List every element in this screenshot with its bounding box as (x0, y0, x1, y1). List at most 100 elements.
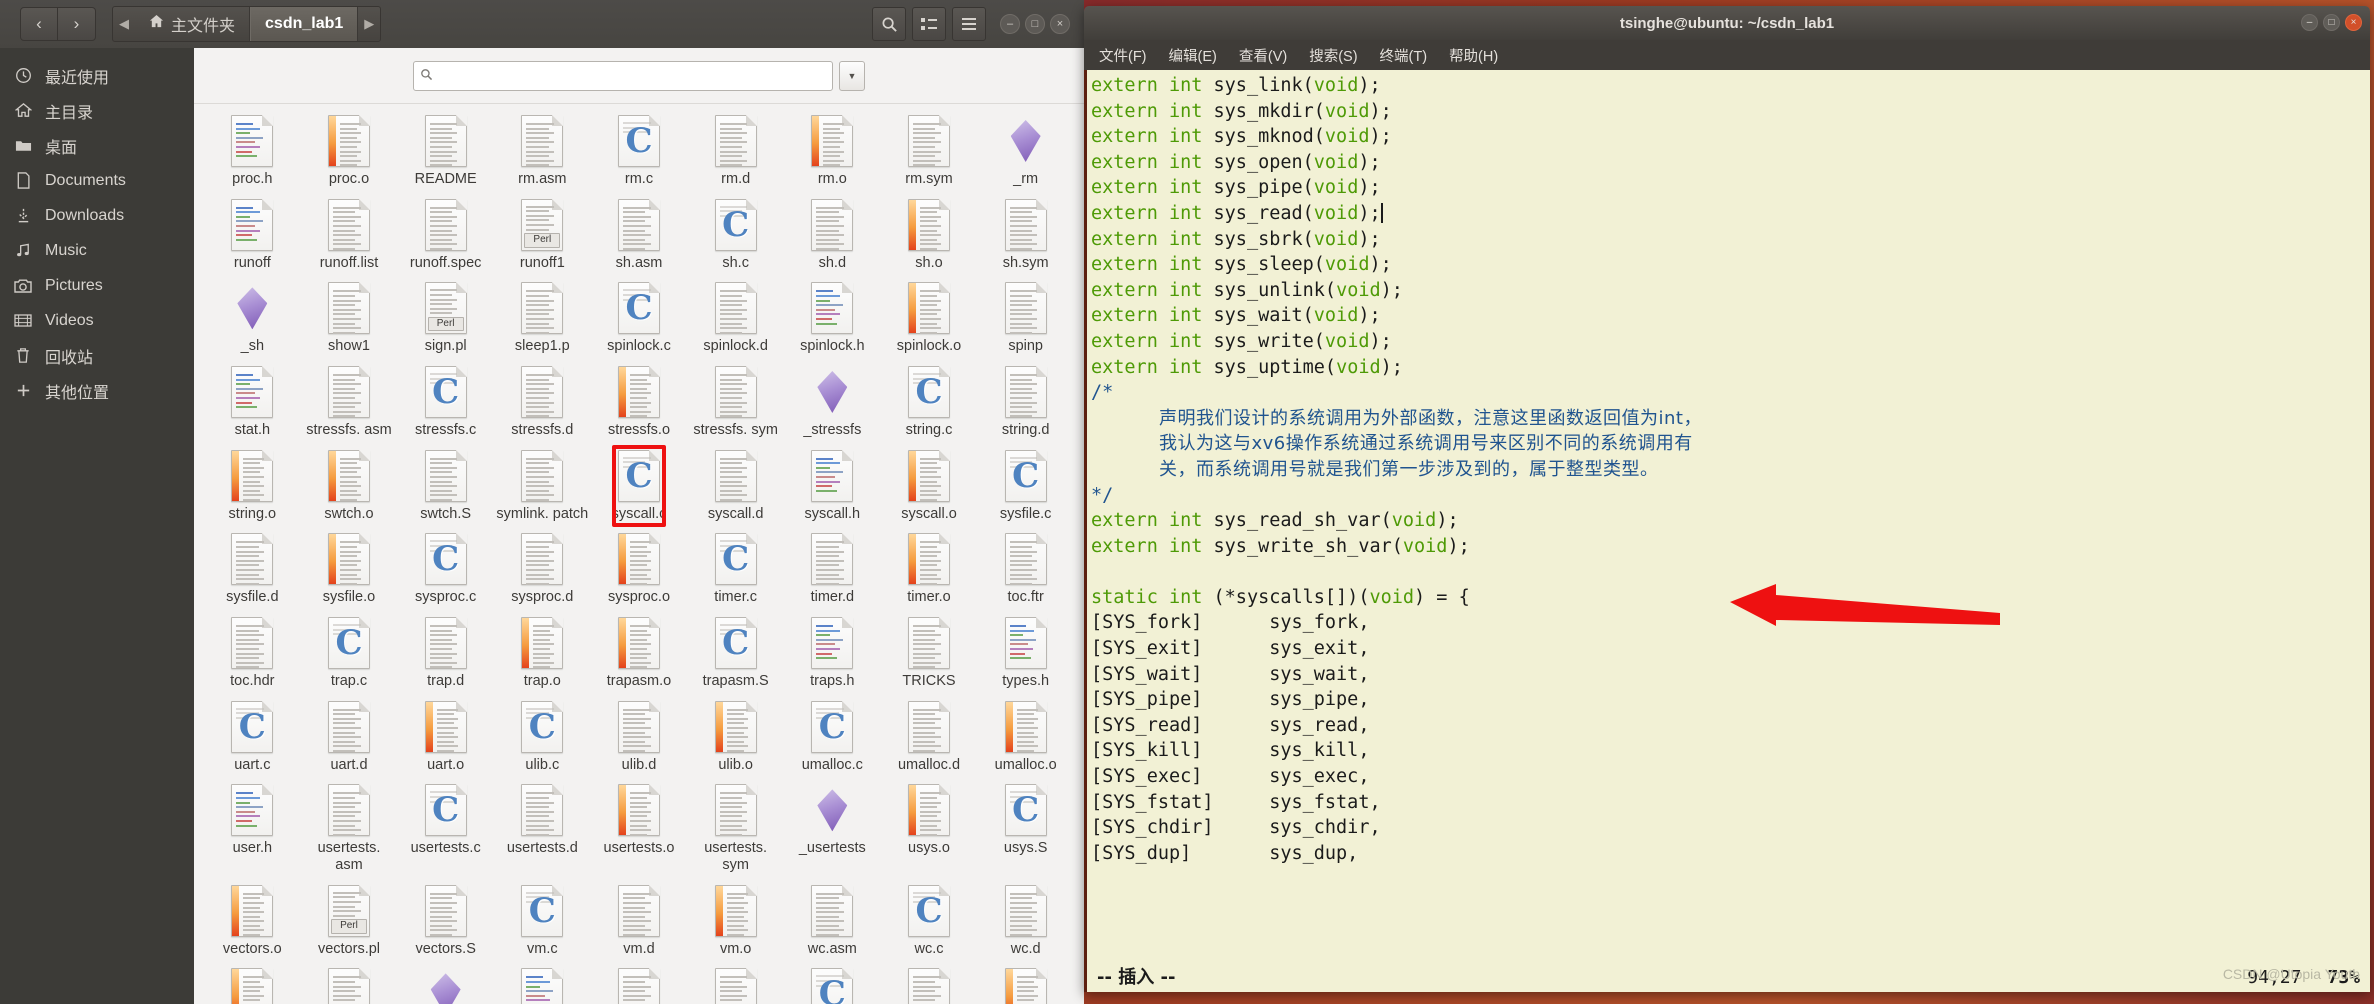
file-item[interactable]: trap.d (397, 612, 494, 696)
terminal-menu-item-6[interactable]: 帮助(H) (1440, 42, 1507, 69)
file-item[interactable]: spinp (977, 277, 1074, 361)
file-item[interactable]: usertests.d (494, 779, 591, 879)
file-item[interactable]: sysfile.o (301, 528, 398, 612)
file-item[interactable]: ulib.o (687, 696, 784, 780)
sidebar-item-5[interactable]: Downloads (0, 198, 194, 233)
terminal-menu-item-5[interactable]: 终端(T) (1371, 42, 1437, 69)
sidebar-item-1[interactable]: 最近使用 (0, 58, 194, 93)
sidebar-item-6[interactable]: Music (0, 233, 194, 268)
sidebar-item-7[interactable]: Pictures (0, 268, 194, 303)
sidebar-item-10[interactable]: 其他位置 (0, 373, 194, 408)
terminal-maximize-button[interactable]: □ (2323, 14, 2340, 31)
file-item[interactable]: uart.d (301, 696, 398, 780)
terminal-close-button[interactable]: × (2345, 14, 2362, 31)
terminal-menu-item-4[interactable]: 搜索(S) (1300, 42, 1366, 69)
file-item[interactable]: stressfs. sym (687, 361, 784, 445)
file-item[interactable]: syscall.h (784, 445, 881, 529)
file-item[interactable]: ulib.d (591, 696, 688, 780)
file-item[interactable]: Csysfile.c (977, 445, 1074, 529)
file-item[interactable]: wc.d (977, 880, 1074, 964)
file-item[interactable]: vm.d (591, 880, 688, 964)
search-icon[interactable] (872, 7, 906, 41)
maximize-button[interactable]: □ (1025, 14, 1045, 34)
file-item[interactable]: user.h (204, 779, 301, 879)
file-item[interactable]: stat.h (204, 361, 301, 445)
file-item[interactable]: sysproc.o (591, 528, 688, 612)
file-item[interactable]: _wc (397, 963, 494, 1004)
breadcrumb-scroll-right-icon[interactable]: ▶ (358, 7, 380, 41)
search-input[interactable] (433, 67, 826, 84)
file-item[interactable]: string.d (977, 361, 1074, 445)
close-button[interactable]: × (1050, 14, 1070, 34)
sidebar-item-2[interactable]: 主目录 (0, 93, 194, 128)
file-item[interactable]: zombie.d (881, 963, 978, 1004)
file-item[interactable]: Culib.c (494, 696, 591, 780)
file-item[interactable]: Csysproc.c (397, 528, 494, 612)
file-item[interactable]: usertests. asm (301, 779, 398, 879)
file-item[interactable]: zombie.o (977, 963, 1074, 1004)
file-item[interactable]: usertests. sym (687, 779, 784, 879)
hamburger-menu-icon[interactable] (952, 7, 986, 41)
file-item[interactable]: syscall.d (687, 445, 784, 529)
file-item[interactable]: rm.sym (881, 110, 978, 194)
file-item[interactable]: _stressfs (784, 361, 881, 445)
file-item[interactable]: _rm (977, 110, 1074, 194)
sidebar-item-8[interactable]: Videos (0, 303, 194, 338)
terminal-menu-item-1[interactable]: 文件(F) (1090, 42, 1156, 69)
terminal-minimize-button[interactable]: – (2301, 14, 2318, 31)
file-item[interactable]: umalloc.o (977, 696, 1074, 780)
file-item[interactable]: _sh (204, 277, 301, 361)
file-item[interactable]: timer.d (784, 528, 881, 612)
file-item[interactable]: sleep1.p (494, 277, 591, 361)
file-item[interactable]: string.o (204, 445, 301, 529)
file-item[interactable]: sh.d (784, 194, 881, 278)
search-box[interactable] (413, 60, 833, 91)
file-item[interactable]: trap.o (494, 612, 591, 696)
file-item[interactable]: rm.d (687, 110, 784, 194)
terminal-menu-item-3[interactable]: 查看(V) (1230, 42, 1296, 69)
file-item[interactable]: README (397, 110, 494, 194)
file-item[interactable]: proc.h (204, 110, 301, 194)
file-item[interactable]: types.h (977, 612, 1074, 696)
file-item[interactable]: Cumalloc.c (784, 696, 881, 780)
sidebar-item-9[interactable]: 回收站 (0, 338, 194, 373)
file-item[interactable]: symlink. patch (494, 445, 591, 529)
file-item[interactable]: timer.o (881, 528, 978, 612)
file-item[interactable]: spinlock.h (784, 277, 881, 361)
file-item[interactable]: wc.o (204, 963, 301, 1004)
breadcrumb-item-csdn-lab1[interactable]: csdn_lab1 (250, 7, 359, 41)
file-item[interactable]: vm.o (687, 880, 784, 964)
file-item[interactable]: usertests.o (591, 779, 688, 879)
file-item[interactable]: swtch.o (301, 445, 398, 529)
file-item[interactable]: sh.sym (977, 194, 1074, 278)
file-item[interactable]: runoff.spec (397, 194, 494, 278)
file-item[interactable]: spinlock.d (687, 277, 784, 361)
file-item[interactable]: syscall.o (881, 445, 978, 529)
file-item[interactable]: _usertests (784, 779, 881, 879)
file-item[interactable]: TRICKS (881, 612, 978, 696)
file-item[interactable]: vectors.S (397, 880, 494, 964)
file-item[interactable]: uart.o (397, 696, 494, 780)
file-item[interactable]: stressfs.o (591, 361, 688, 445)
file-item[interactable]: runoff (204, 194, 301, 278)
sidebar-item-4[interactable]: Documents (0, 163, 194, 198)
file-item[interactable]: stressfs. asm (301, 361, 398, 445)
file-item[interactable]: toc.ftr (977, 528, 1074, 612)
file-item[interactable]: toc.hdr (204, 612, 301, 696)
file-item[interactable]: sh.asm (591, 194, 688, 278)
file-item[interactable]: Cstring.c (881, 361, 978, 445)
file-item[interactable]: proc.o (301, 110, 398, 194)
file-item[interactable]: Cwc.c (881, 880, 978, 964)
forward-button[interactable]: › (58, 7, 96, 41)
chevron-down-icon[interactable]: ▼ (839, 60, 865, 91)
file-item[interactable]: Perl vectors.pl (301, 880, 398, 964)
file-item[interactable]: vectors.o (204, 880, 301, 964)
file-item[interactable]: zombie. asm (687, 963, 784, 1004)
sidebar-item-3[interactable]: 桌面 (0, 128, 194, 163)
file-item[interactable]: stressfs.d (494, 361, 591, 445)
file-item[interactable]: rm.o (784, 110, 881, 194)
file-item[interactable]: x86.h (494, 963, 591, 1004)
file-item[interactable]: sysproc.d (494, 528, 591, 612)
file-item[interactable]: runoff.list (301, 194, 398, 278)
file-item[interactable]: rm.asm (494, 110, 591, 194)
